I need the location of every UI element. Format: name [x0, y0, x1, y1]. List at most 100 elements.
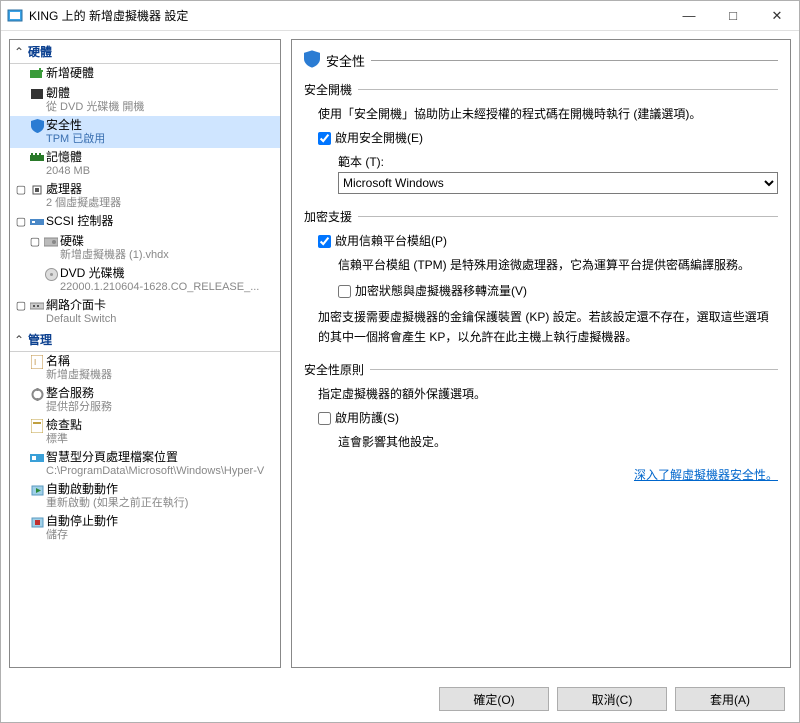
- nav-sublabel: 從 DVD 光碟機 開機: [46, 100, 144, 114]
- nav-auto-start[interactable]: 自動啟動動作重新啟動 (如果之前正在執行): [10, 480, 280, 512]
- nav-add-hardware[interactable]: 新增硬體: [10, 64, 280, 84]
- nav-checkpoints[interactable]: 檢查點標準: [10, 416, 280, 448]
- expand-icon[interactable]: ▢: [28, 234, 42, 248]
- divider: [370, 369, 778, 370]
- cpu-icon: [28, 182, 46, 198]
- category-management[interactable]: ⌃ 管理: [10, 328, 280, 352]
- nav-dvd[interactable]: DVD 光碟機22000.1.210604-1628.CO_RELEASE_..…: [10, 264, 280, 296]
- nav-label: 名稱: [46, 354, 112, 368]
- nav-label: 檢查點: [46, 418, 82, 432]
- enable-secure-boot-checkbox[interactable]: 啟用安全開機(E): [318, 128, 778, 148]
- encrypt-traffic-checkbox[interactable]: 加密狀態與虛擬機器移轉流量(V): [318, 281, 778, 301]
- nav-integration[interactable]: 整合服務提供部分服務: [10, 384, 280, 416]
- main-area: ⌃ 硬體 新增硬體 韌體從 DVD 光碟機 開機 安全性TPM 已啟用: [1, 31, 799, 676]
- nav-sublabel: C:\ProgramData\Microsoft\Windows\Hyper-V: [46, 464, 264, 478]
- nav-sublabel: 標準: [46, 432, 82, 446]
- svg-text:I: I: [34, 358, 36, 367]
- checkbox-label: 啟用防護(S): [335, 408, 399, 428]
- nav-name[interactable]: I 名稱新增虛擬機器: [10, 352, 280, 384]
- nav-firmware[interactable]: 韌體從 DVD 光碟機 開機: [10, 84, 280, 116]
- close-button[interactable]: ✕: [755, 1, 799, 30]
- nav-label: 自動啟動動作: [46, 482, 188, 496]
- nav-scsi[interactable]: ▢ SCSI 控制器: [10, 212, 280, 232]
- group-description: 指定虛擬機器的額外保護選項。: [318, 384, 778, 404]
- nav-label: 記憶體: [46, 150, 90, 164]
- nav-label: 硬碟: [60, 234, 169, 248]
- shield-icon: [304, 50, 320, 71]
- shield-icon: [28, 118, 46, 134]
- app-icon: [7, 8, 23, 24]
- expand-icon[interactable]: ▢: [14, 182, 28, 196]
- checkbox-input[interactable]: [318, 235, 331, 248]
- panel-header: 安全性: [304, 50, 778, 71]
- nav-tree[interactable]: ⌃ 硬體 新增硬體 韌體從 DVD 光碟機 開機 安全性TPM 已啟用: [9, 39, 281, 668]
- nav-hdd[interactable]: ▢ 硬碟新增虛擬機器 (1).vhdx: [10, 232, 280, 264]
- collapse-icon: ⌃: [14, 333, 24, 347]
- learn-more-link[interactable]: 深入了解虛擬機器安全性。: [304, 466, 778, 483]
- divider: [358, 89, 778, 90]
- group-title: 加密支援: [304, 208, 352, 225]
- autostart-icon: [28, 482, 46, 498]
- detail-panel: 安全性 安全開機 使用「安全開機」協助防止未經授權的程式碼在開機時執行 (建議選…: [291, 39, 791, 668]
- nav-sublabel: TPM 已啟用: [46, 132, 105, 146]
- enable-tpm-checkbox[interactable]: 啟用信賴平台模組(P): [318, 231, 778, 251]
- nav-sublabel: 新增虛擬機器 (1).vhdx: [60, 248, 169, 262]
- ok-button[interactable]: 確定(O): [439, 687, 549, 711]
- nav-sublabel: 22000.1.210604-1628.CO_RELEASE_...: [60, 280, 259, 294]
- group-description: 使用「安全開機」協助防止未經授權的程式碼在開機時執行 (建議選項)。: [318, 104, 778, 124]
- expand-icon[interactable]: ▢: [14, 298, 28, 312]
- firmware-icon: [28, 86, 46, 102]
- services-icon: [28, 386, 46, 402]
- group-title: 安全性原則: [304, 361, 364, 378]
- nav-label: 新增硬體: [46, 66, 94, 80]
- nav-sublabel: 2048 MB: [46, 164, 90, 178]
- nav-sublabel: Default Switch: [46, 312, 116, 326]
- hdd-icon: [42, 234, 60, 250]
- dvd-icon: [42, 266, 60, 282]
- nav-memory[interactable]: 記憶體2048 MB: [10, 148, 280, 180]
- checkbox-label: 啟用安全開機(E): [335, 128, 423, 148]
- maximize-button[interactable]: □: [711, 1, 755, 30]
- checkbox-input[interactable]: [318, 132, 331, 145]
- apply-button[interactable]: 套用(A): [675, 687, 785, 711]
- nav-cpu[interactable]: ▢ 處理器2 個虛擬處理器: [10, 180, 280, 212]
- group-secure-boot: 安全開機 使用「安全開機」協助防止未經授權的程式碼在開機時執行 (建議選項)。 …: [304, 81, 778, 194]
- enable-shielding-checkbox[interactable]: 啟用防護(S): [318, 408, 778, 428]
- checkbox-input[interactable]: [338, 285, 351, 298]
- group-security-policy: 安全性原則 指定虛擬機器的額外保護選項。 啟用防護(S) 這會影響其他設定。: [304, 361, 778, 452]
- nav-sublabel: 2 個虛擬處理器: [46, 196, 121, 210]
- nav-label: SCSI 控制器: [46, 214, 113, 228]
- encryption-description: 加密支援需要虛擬機器的金鑰保護裝置 (KP) 設定。若該設定還不存在，選取這些選…: [318, 307, 778, 347]
- template-select[interactable]: Microsoft Windows: [338, 172, 778, 194]
- nav-label: 韌體: [46, 86, 144, 100]
- divider: [371, 60, 778, 61]
- settings-window: KING 上的 新增虛擬機器 設定 — □ ✕ ⌃ 硬體 新增硬體 韌體從 DV…: [0, 0, 800, 723]
- minimize-button[interactable]: —: [667, 1, 711, 30]
- dialog-footer: 確定(O) 取消(C) 套用(A): [1, 676, 799, 722]
- window-title: KING 上的 新增虛擬機器 設定: [29, 7, 667, 24]
- add-hardware-icon: [28, 66, 46, 82]
- titlebar: KING 上的 新增虛擬機器 設定 — □ ✕: [1, 1, 799, 31]
- nav-label: 智慧型分頁處理檔案位置: [46, 450, 264, 464]
- checkbox-input[interactable]: [318, 412, 331, 425]
- nav-label: 整合服務: [46, 386, 112, 400]
- checkbox-label: 加密狀態與虛擬機器移轉流量(V): [355, 281, 527, 301]
- name-icon: I: [28, 354, 46, 370]
- nav-sublabel: 提供部分服務: [46, 400, 112, 414]
- nav-auto-stop[interactable]: 自動停止動作儲存: [10, 512, 280, 544]
- cancel-button[interactable]: 取消(C): [557, 687, 667, 711]
- tpm-description: 信賴平台模組 (TPM) 是特殊用途微處理器，它為運算平台提供密碼編譯服務。: [318, 255, 778, 275]
- nav-label: DVD 光碟機: [60, 266, 259, 280]
- nav-label: 自動停止動作: [46, 514, 118, 528]
- scsi-icon: [28, 214, 46, 230]
- autostop-icon: [28, 514, 46, 530]
- category-hardware-label: 硬體: [28, 43, 52, 60]
- nav-nic[interactable]: ▢ 網路介面卡Default Switch: [10, 296, 280, 328]
- nav-smart-paging[interactable]: 智慧型分頁處理檔案位置C:\ProgramData\Microsoft\Wind…: [10, 448, 280, 480]
- category-hardware[interactable]: ⌃ 硬體: [10, 40, 280, 64]
- nav-sublabel: 新增虛擬機器: [46, 368, 112, 382]
- nav-security[interactable]: 安全性TPM 已啟用: [10, 116, 280, 148]
- nic-icon: [28, 298, 46, 314]
- expand-icon[interactable]: ▢: [14, 214, 28, 228]
- nav-label: 網路介面卡: [46, 298, 116, 312]
